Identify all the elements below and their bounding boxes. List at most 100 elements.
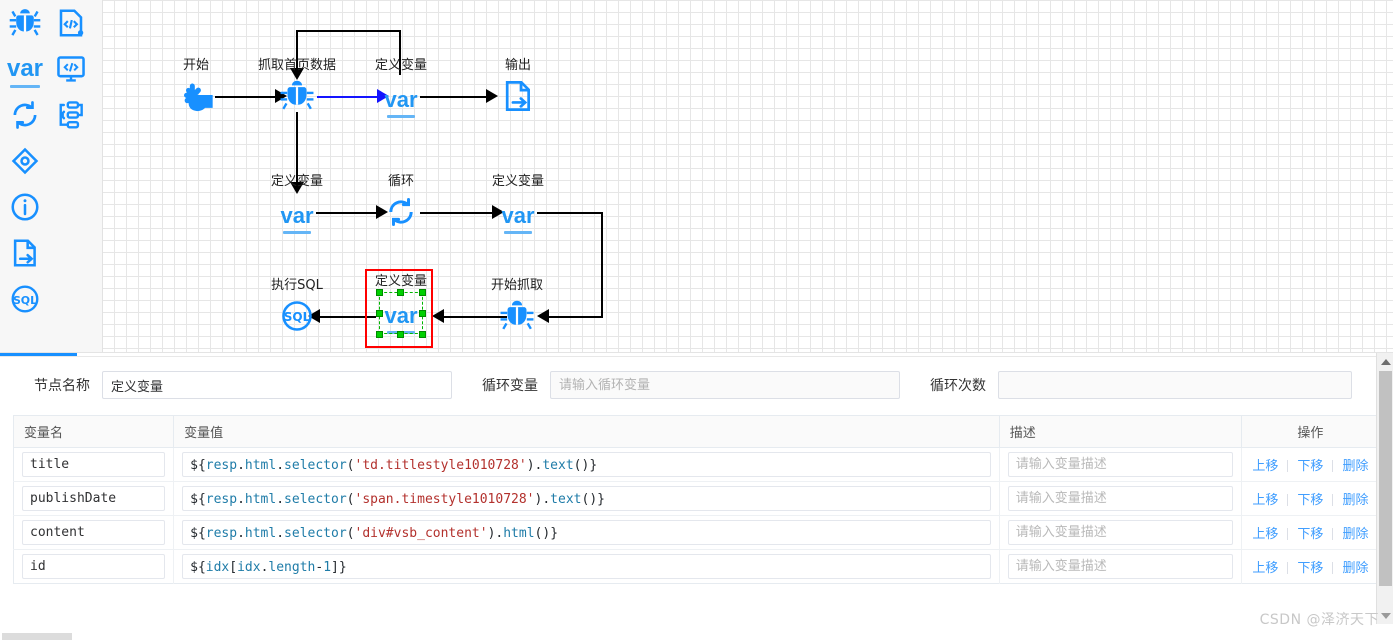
operation-separator: [1287, 562, 1289, 574]
delete-link[interactable]: 删除: [1342, 561, 1368, 576]
panel-horizontal-scrollbar[interactable]: [0, 630, 1393, 643]
properties-panel: 节点名称 循环变量 循环次数 变量名 变量值 描述 操作 ${resp.html…: [0, 352, 1393, 644]
code-file-icon[interactable]: [48, 0, 94, 46]
flow-node-define-var-3[interactable]: 定义变量 var: [492, 174, 544, 236]
loop-variable-input[interactable]: [550, 371, 900, 399]
operation-separator: [1287, 494, 1289, 506]
variable-value-editor[interactable]: ${resp.html.selector('span.timestyle1010…: [182, 486, 991, 511]
flow-node-define-var-2[interactable]: 定义变量 var: [271, 174, 323, 236]
move-down-link[interactable]: 下移: [1297, 459, 1323, 474]
flow-node-fetch-home[interactable]: 抓取首页数据: [258, 58, 336, 116]
flow-branch-icon[interactable]: [48, 92, 94, 138]
var-label: var: [6, 55, 44, 88]
node-palette: var SQL: [0, 0, 103, 352]
move-down-link[interactable]: 下移: [1297, 493, 1323, 508]
variable-description-input[interactable]: [1007, 520, 1233, 545]
operation-separator: [1287, 460, 1289, 472]
loop-icon[interactable]: [2, 92, 48, 138]
variable-value-editor[interactable]: ${resp.html.selector('div#vsb_content').…: [182, 520, 991, 545]
move-up-link[interactable]: 上移: [1252, 493, 1278, 508]
bug-icon[interactable]: [2, 0, 48, 46]
move-up-link[interactable]: 上移: [1252, 527, 1278, 542]
operation-separator: [1332, 528, 1334, 540]
scroll-down-button[interactable]: [1377, 607, 1393, 624]
panel-divider: [0, 356, 1393, 357]
flow-node-start[interactable]: 开始: [176, 58, 216, 116]
operation-separator: [1332, 460, 1334, 472]
edge-start-to-fetch: [215, 96, 277, 98]
edge-fetch-to-var1: [317, 96, 379, 98]
cell-variable-name: [13, 549, 175, 584]
info-icon[interactable]: [2, 184, 48, 230]
node-label: 定义变量: [491, 174, 545, 189]
code-monitor-icon[interactable]: [48, 46, 94, 92]
hscrollbar-thumb[interactable]: [2, 633, 72, 640]
node-label: 输出: [504, 58, 532, 73]
flow-node-output[interactable]: 输出: [498, 58, 538, 116]
bug-icon: [497, 296, 537, 336]
table-row: ${idx[idx.length-1]} 上移 下移 删除: [13, 549, 1380, 584]
variable-value-editor[interactable]: ${resp.html.selector('td.titlestyle10107…: [182, 452, 991, 477]
edge-loop-to-var3: [420, 212, 498, 214]
export-file-icon[interactable]: [2, 230, 48, 276]
variable-description-input[interactable]: [1007, 452, 1233, 477]
sql-icon: SQL: [277, 296, 317, 336]
panel-vertical-scrollbar[interactable]: [1376, 353, 1393, 624]
scroll-up-button[interactable]: [1377, 353, 1393, 370]
operation-separator: [1287, 528, 1289, 540]
hand-pointer-icon: [176, 76, 216, 116]
move-up-link[interactable]: 上移: [1252, 459, 1278, 474]
node-label: 抓取首页数据: [257, 58, 337, 73]
node-label: 开始: [182, 58, 210, 73]
variable-name-input[interactable]: [22, 520, 166, 545]
node-name-input[interactable]: [102, 371, 452, 399]
arrowhead: [432, 309, 444, 323]
var-text: var: [384, 87, 418, 118]
column-header-operations: 操作: [1241, 415, 1380, 448]
column-header-description: 描述: [999, 415, 1242, 448]
cell-operations: 上移 下移 删除: [1241, 515, 1380, 550]
node-label: 定义变量: [270, 174, 324, 189]
flow-node-start-fetch[interactable]: 开始抓取: [491, 278, 543, 336]
variable-name-input[interactable]: [22, 486, 166, 511]
delete-link[interactable]: 删除: [1342, 459, 1368, 474]
active-tab-indicator[interactable]: [0, 353, 77, 356]
triangle-up-icon: [1381, 359, 1391, 365]
svg-text:SQL: SQL: [13, 294, 37, 307]
flow-node-define-var-1[interactable]: 定义变量 var: [375, 58, 427, 120]
variable-name-input[interactable]: [22, 452, 166, 477]
node-form-row: 节点名称 循环变量 循环次数: [0, 365, 1393, 405]
variable-description-input[interactable]: [1007, 486, 1233, 511]
cell-operations: 上移 下移 删除: [1241, 447, 1380, 482]
scrollbar-thumb[interactable]: [1379, 371, 1392, 586]
delete-link[interactable]: 删除: [1342, 527, 1368, 542]
table-row: ${resp.html.selector('div#vsb_content').…: [13, 515, 1380, 550]
edge-var1-to-output: [420, 96, 492, 98]
diamond-icon[interactable]: [2, 138, 48, 184]
operation-separator: [1332, 494, 1334, 506]
watermark: CSDN @泽济天下: [1259, 612, 1379, 628]
sql-icon[interactable]: SQL: [2, 276, 48, 322]
edge-top-back: [297, 30, 401, 32]
var-icon[interactable]: var: [2, 46, 48, 92]
cell-variable-name: [13, 447, 175, 482]
delete-link[interactable]: 删除: [1342, 493, 1368, 508]
variable-value-editor[interactable]: ${idx[idx.length-1]}: [182, 554, 991, 579]
flow-canvas-area: var SQL 开始 抓取首页数据 定义变量 var 输出 定义变量 var 循…: [0, 0, 1393, 352]
column-header-variable-value: 变量值: [173, 415, 1000, 448]
edge-right-down: [601, 212, 603, 317]
column-header-variable-name: 变量名: [13, 415, 175, 448]
svg-text:SQL: SQL: [284, 310, 311, 324]
variable-name-input[interactable]: [22, 554, 166, 579]
move-down-link[interactable]: 下移: [1297, 561, 1323, 576]
loop-count-input[interactable]: [998, 371, 1352, 399]
variable-description-input[interactable]: [1007, 554, 1233, 579]
flow-node-loop[interactable]: 循环: [381, 174, 421, 232]
arrowhead: [486, 89, 498, 103]
flow-node-exec-sql[interactable]: 执行SQL SQL: [271, 278, 323, 336]
loop-count-label: 循环次数: [930, 378, 986, 394]
move-down-link[interactable]: 下移: [1297, 527, 1323, 542]
node-label: 执行SQL: [271, 278, 323, 293]
move-up-link[interactable]: 上移: [1252, 561, 1278, 576]
cell-description: [999, 549, 1242, 584]
